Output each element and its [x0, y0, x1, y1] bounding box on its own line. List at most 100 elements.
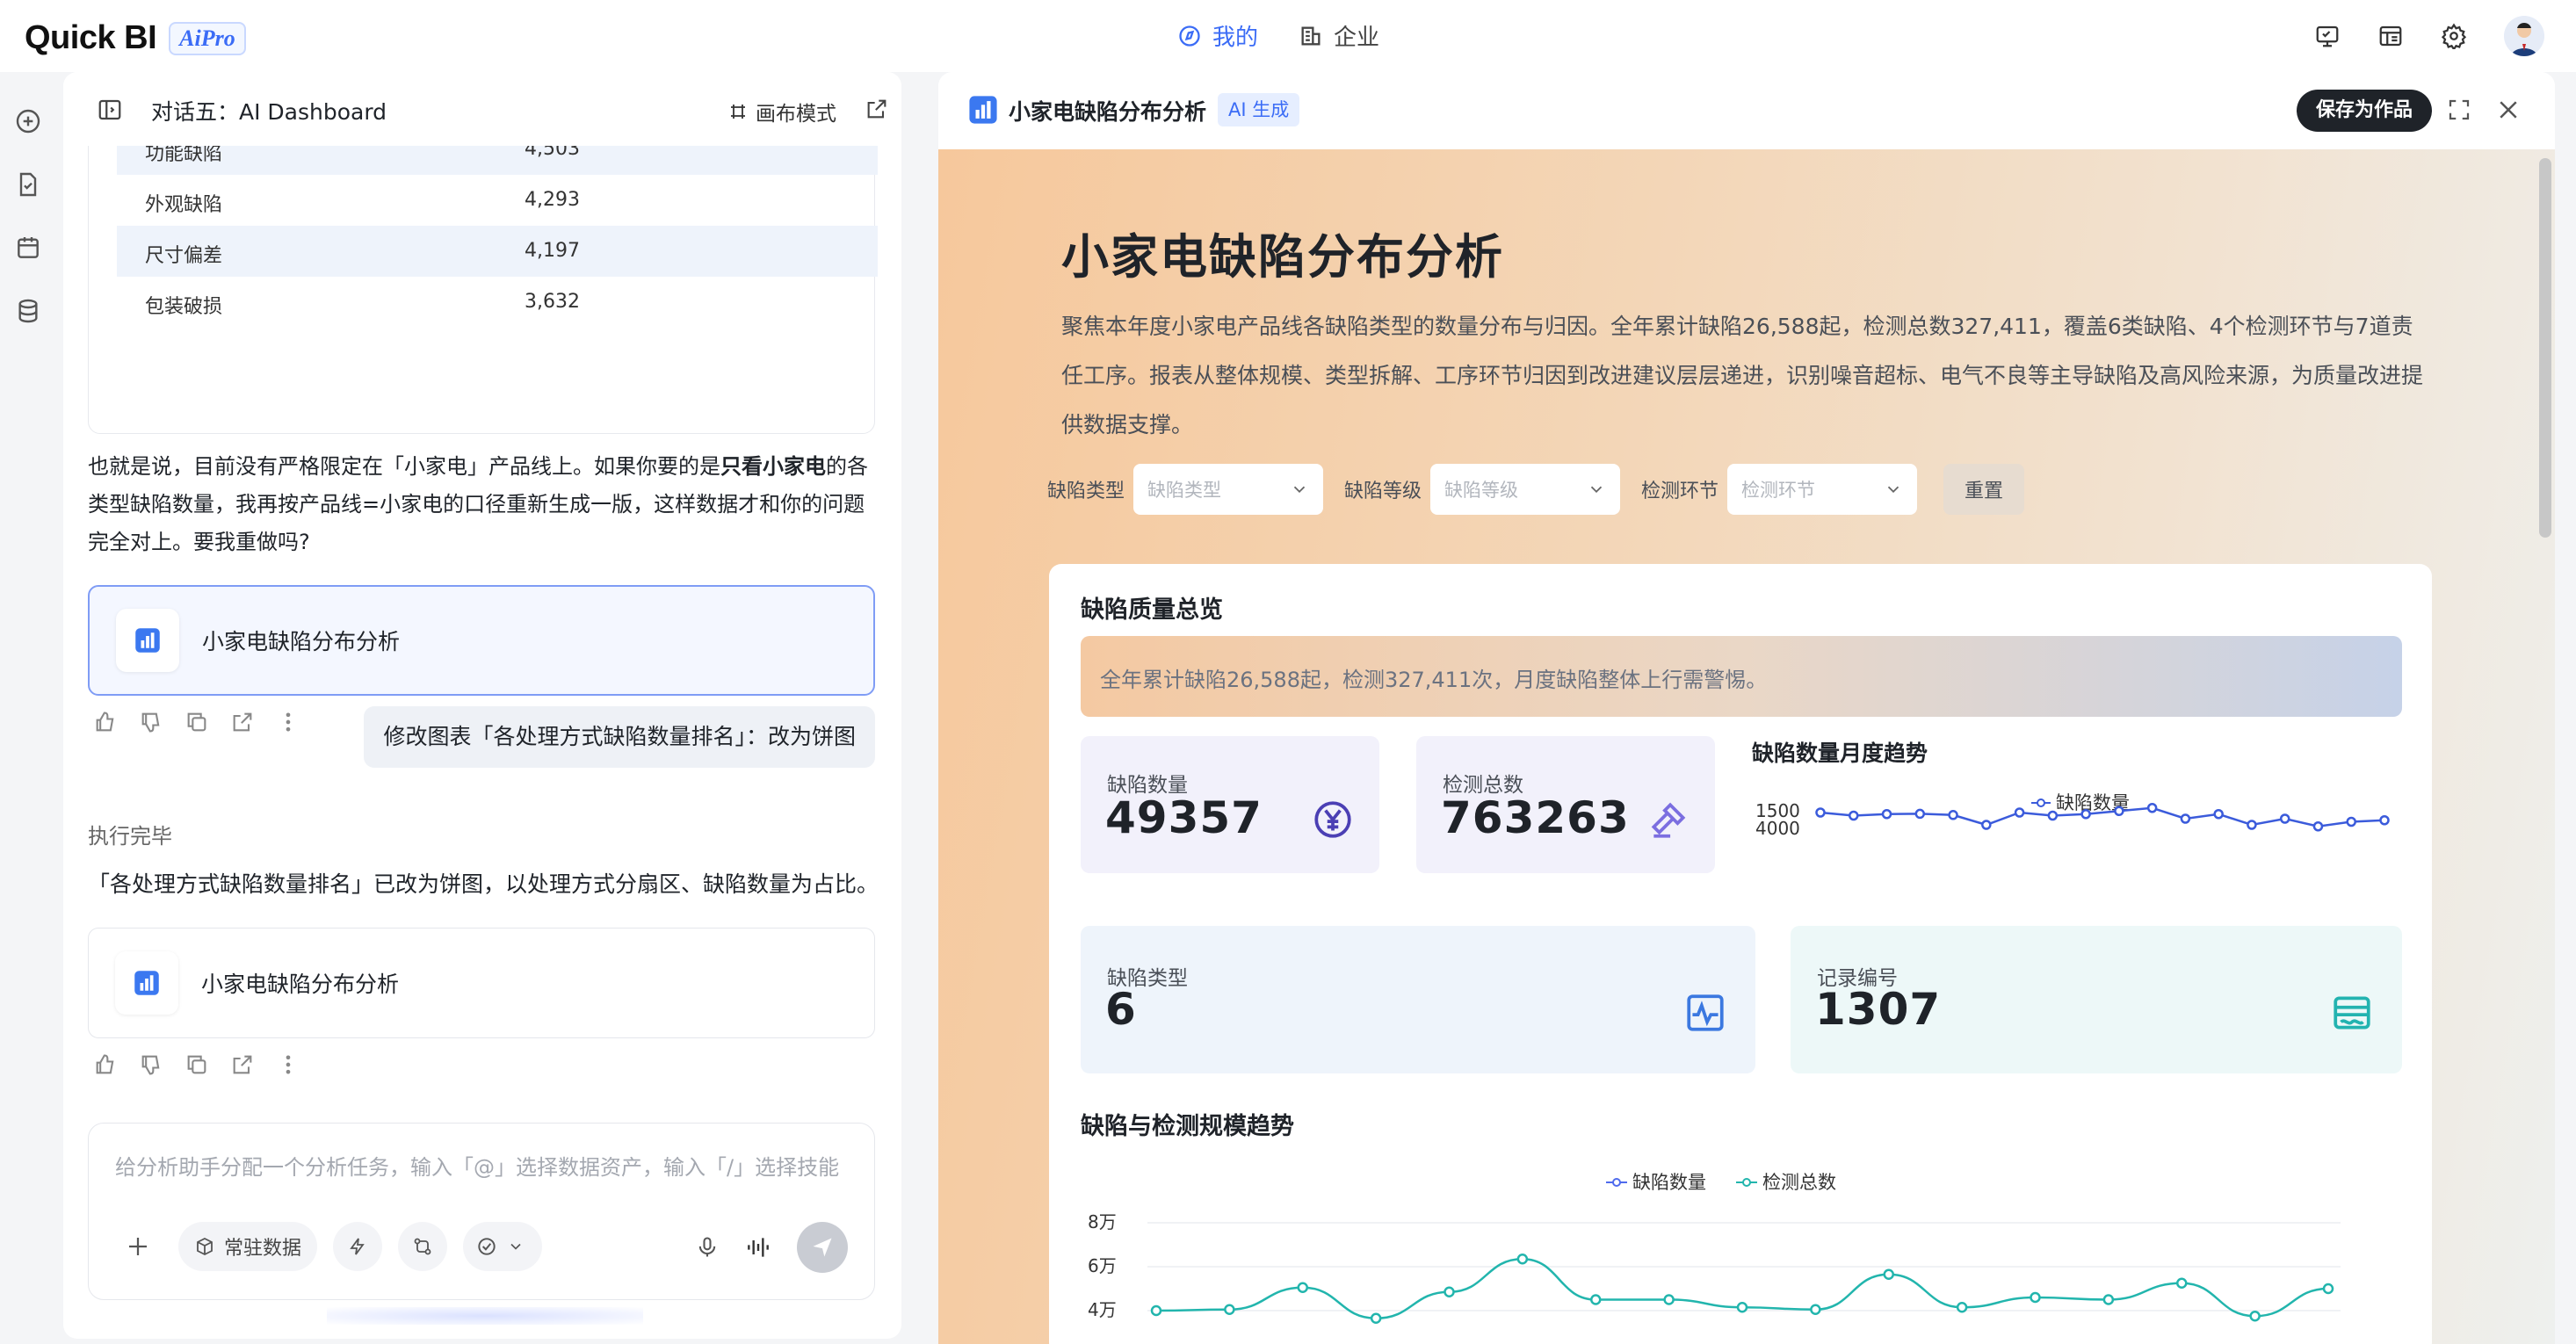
model-select[interactable]: [463, 1222, 543, 1271]
report-card-label: 小家电缺陷分布分析: [202, 629, 401, 654]
fullscreen-icon[interactable]: [2446, 97, 2472, 123]
data-point: [1981, 820, 1992, 830]
data-point: [1663, 1294, 1675, 1305]
table-cell: 尺寸偏差: [145, 245, 223, 267]
filter-bar: 缺陷类型 缺陷类型 缺陷等级 缺陷等级 检测环节 检测环节 重置: [1047, 464, 2025, 515]
data-point: [2279, 813, 2290, 824]
chat-input-box[interactable]: 给分析助手分配一个分析任务，输入「@」选择数据资产，输入「/」选择技能 常驻数据: [88, 1123, 875, 1300]
sidebar-toggle-icon[interactable]: [97, 97, 123, 123]
kpi-card-record-id[interactable]: 记录编号 1307: [1791, 926, 2402, 1073]
report-link-card[interactable]: 小家电缺陷分布分析: [88, 928, 875, 1038]
tab-mine[interactable]: 我的: [1177, 19, 1258, 52]
copy-icon[interactable]: [185, 1052, 209, 1077]
data-point: [1956, 1302, 1968, 1313]
close-icon[interactable]: [2495, 97, 2522, 123]
document-icon[interactable]: [14, 170, 42, 199]
y-tick-label: 4万: [1088, 1299, 1117, 1320]
voice-wave-icon[interactable]: [744, 1233, 772, 1261]
input-glow: [327, 1307, 643, 1325]
message-actions: [93, 1052, 300, 1077]
external-link-icon[interactable]: [865, 97, 889, 121]
data-point: [1815, 807, 1826, 818]
report-link-card[interactable]: 小家电缺陷分布分析: [88, 585, 875, 696]
report-icon: [115, 951, 178, 1015]
select-placeholder: 检测环节: [1741, 480, 1816, 501]
dashboard-icon[interactable]: [2377, 23, 2404, 49]
select-placeholder: 缺陷类型: [1147, 480, 1222, 501]
model-icon: [478, 1238, 496, 1255]
plus-icon: [129, 1238, 147, 1255]
chevron-down-icon: [510, 1243, 521, 1250]
data-point: [1881, 809, 1892, 820]
avatar[interactable]: [2504, 16, 2544, 56]
resident-data-label: 常驻数据: [224, 1238, 302, 1260]
share-icon[interactable]: [230, 710, 255, 734]
data-point: [1914, 808, 1926, 820]
data-point: [2080, 809, 2091, 820]
thumbs-up-icon[interactable]: [93, 710, 118, 734]
legend-inspections: 检测总数: [1736, 1172, 1836, 1193]
table-row: 尺寸偏差 4,197: [117, 226, 878, 277]
y-tick-label: 6万: [1088, 1255, 1117, 1276]
data-point: [1370, 1312, 1382, 1324]
add-attachment-button[interactable]: [113, 1222, 163, 1271]
data-point: [2312, 821, 2324, 832]
message-bold: 只看小家电: [720, 454, 826, 479]
kpi-card-types[interactable]: 缺陷类型 6: [1081, 926, 1755, 1073]
workflow-icon: [414, 1238, 431, 1255]
table-cell: 3,632: [525, 291, 580, 313]
data-point: [1516, 1254, 1529, 1265]
defect-level-select[interactable]: 缺陷等级: [1430, 464, 1621, 515]
execution-status: 执行完毕: [88, 824, 172, 849]
table-row: 外观缺陷 4,293: [117, 175, 878, 226]
top-actions: [2314, 16, 2544, 56]
cube-icon: [197, 1237, 213, 1256]
filter-label: 检测环节: [1641, 481, 1719, 502]
thumbs-down-icon[interactable]: [139, 710, 163, 734]
app-logo[interactable]: Quick BI AiPro: [25, 19, 246, 57]
legend-label: 检测总数: [1762, 1172, 1836, 1193]
more-icon[interactable]: [276, 710, 300, 734]
canvas-mode-button[interactable]: 画布模式: [727, 97, 836, 126]
table-cell: 外观缺陷: [145, 194, 223, 216]
monitor-icon[interactable]: [2314, 23, 2341, 49]
data-point: [2180, 813, 2191, 824]
data-point: [1297, 1282, 1308, 1293]
data-point: [2102, 1294, 2115, 1305]
resident-data-button[interactable]: 常驻数据: [178, 1222, 318, 1271]
calendar-icon[interactable]: [14, 234, 42, 262]
thumbs-down-icon[interactable]: [139, 1052, 163, 1077]
workflow-button[interactable]: [398, 1222, 448, 1271]
chat-input-placeholder[interactable]: 给分析助手分配一个分析任务，输入「@」选择数据资产，输入「/」选择技能: [115, 1150, 839, 1181]
kpi-card-defects[interactable]: 缺陷数量 49357: [1081, 736, 1379, 873]
share-icon[interactable]: [230, 1052, 255, 1077]
copy-icon[interactable]: [185, 710, 209, 734]
filter-label: 缺陷类型: [1047, 481, 1125, 502]
reset-button[interactable]: 重置: [1943, 464, 2025, 515]
microphone-icon[interactable]: [695, 1235, 720, 1260]
data-point: [1736, 1302, 1748, 1313]
thumbs-up-icon[interactable]: [93, 1052, 118, 1077]
quick-skill-button[interactable]: [333, 1222, 383, 1271]
more-icon[interactable]: [276, 1052, 300, 1077]
save-as-work-button[interactable]: 保存为作品: [2297, 90, 2433, 132]
report-header-title: 小家电缺陷分布分析: [1009, 99, 1207, 125]
top-nav: 我的 企业: [1177, 19, 1379, 52]
monthly-trend-chart: 1500 4000 缺陷数量: [1755, 792, 2390, 839]
defect-type-select[interactable]: 缺陷类型: [1133, 464, 1324, 515]
inspection-stage-select[interactable]: 检测环节: [1727, 464, 1918, 515]
data-point: [2146, 803, 2158, 813]
new-chat-icon[interactable]: [14, 107, 42, 135]
left-rail: [0, 72, 58, 1344]
input-right-tools: [695, 1222, 848, 1273]
tab-enterprise[interactable]: 企业: [1299, 19, 1379, 52]
gear-icon[interactable]: [2441, 23, 2467, 49]
table-row: 包装破损 3,632: [117, 277, 878, 328]
chevron-down-icon: [1293, 486, 1306, 494]
send-button[interactable]: [797, 1222, 848, 1273]
chat-panel: 功能缺陷 4,503 外观缺陷 4,293 尺寸偏差 4,197 包装破损 3,…: [63, 72, 901, 1339]
data-point: [2030, 1291, 2041, 1304]
kpi-card-inspections[interactable]: 检测总数 763263: [1416, 736, 1715, 873]
database-icon[interactable]: [14, 297, 42, 325]
scrollbar[interactable]: [2539, 158, 2551, 538]
